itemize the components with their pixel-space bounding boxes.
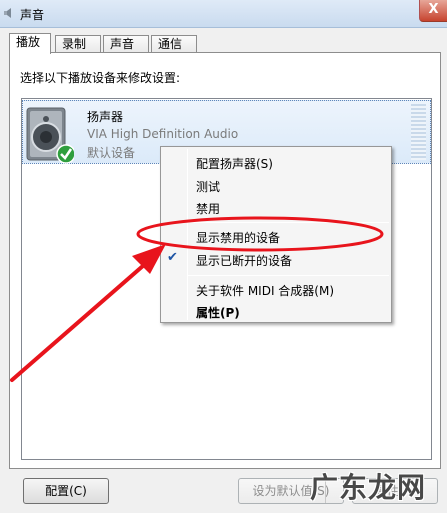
device-status: 默认设备: [87, 146, 136, 160]
menu-separator: [188, 275, 389, 276]
configure-button[interactable]: 配置(C): [23, 478, 109, 504]
menu-separator: [188, 222, 389, 223]
green-check-icon: [56, 144, 74, 164]
tab-communications[interactable]: 通信: [151, 35, 197, 53]
tab-playback[interactable]: 播放: [9, 33, 51, 54]
instruction-text: 选择以下播放设备来修改设置:: [20, 71, 181, 85]
menu-item-show-disabled-devices[interactable]: 显示禁用的设备: [196, 229, 280, 246]
window-title: 声音: [20, 8, 45, 22]
speaker-icon: [26, 107, 74, 164]
watermark: 广东龙网: [310, 471, 427, 504]
menu-item-disable[interactable]: 禁用: [196, 200, 220, 217]
device-name: 扬声器: [87, 110, 124, 124]
device-driver: VIA High Definition Audio: [87, 127, 239, 141]
tab-recording[interactable]: 录制: [55, 35, 101, 53]
volume-level-meter: [411, 104, 426, 160]
title-bar: 声音 X: [0, 0, 447, 28]
menu-item-test[interactable]: 测试: [196, 178, 220, 195]
speaker-app-icon: [4, 8, 11, 18]
checkmark-icon: ✔: [167, 250, 178, 265]
menu-item-properties[interactable]: 属性(P): [196, 304, 240, 321]
close-button[interactable]: X: [419, 0, 447, 22]
tab-sounds[interactable]: 声音: [103, 35, 149, 53]
menu-item-about-midi-synth[interactable]: 关于软件 MIDI 合成器(M): [196, 282, 334, 299]
menu-item-configure-speakers[interactable]: 配置扬声器(S): [196, 155, 273, 172]
menu-item-show-disconnected-devices[interactable]: 显示已断开的设备: [196, 252, 292, 269]
menu-gutter: [187, 149, 188, 320]
